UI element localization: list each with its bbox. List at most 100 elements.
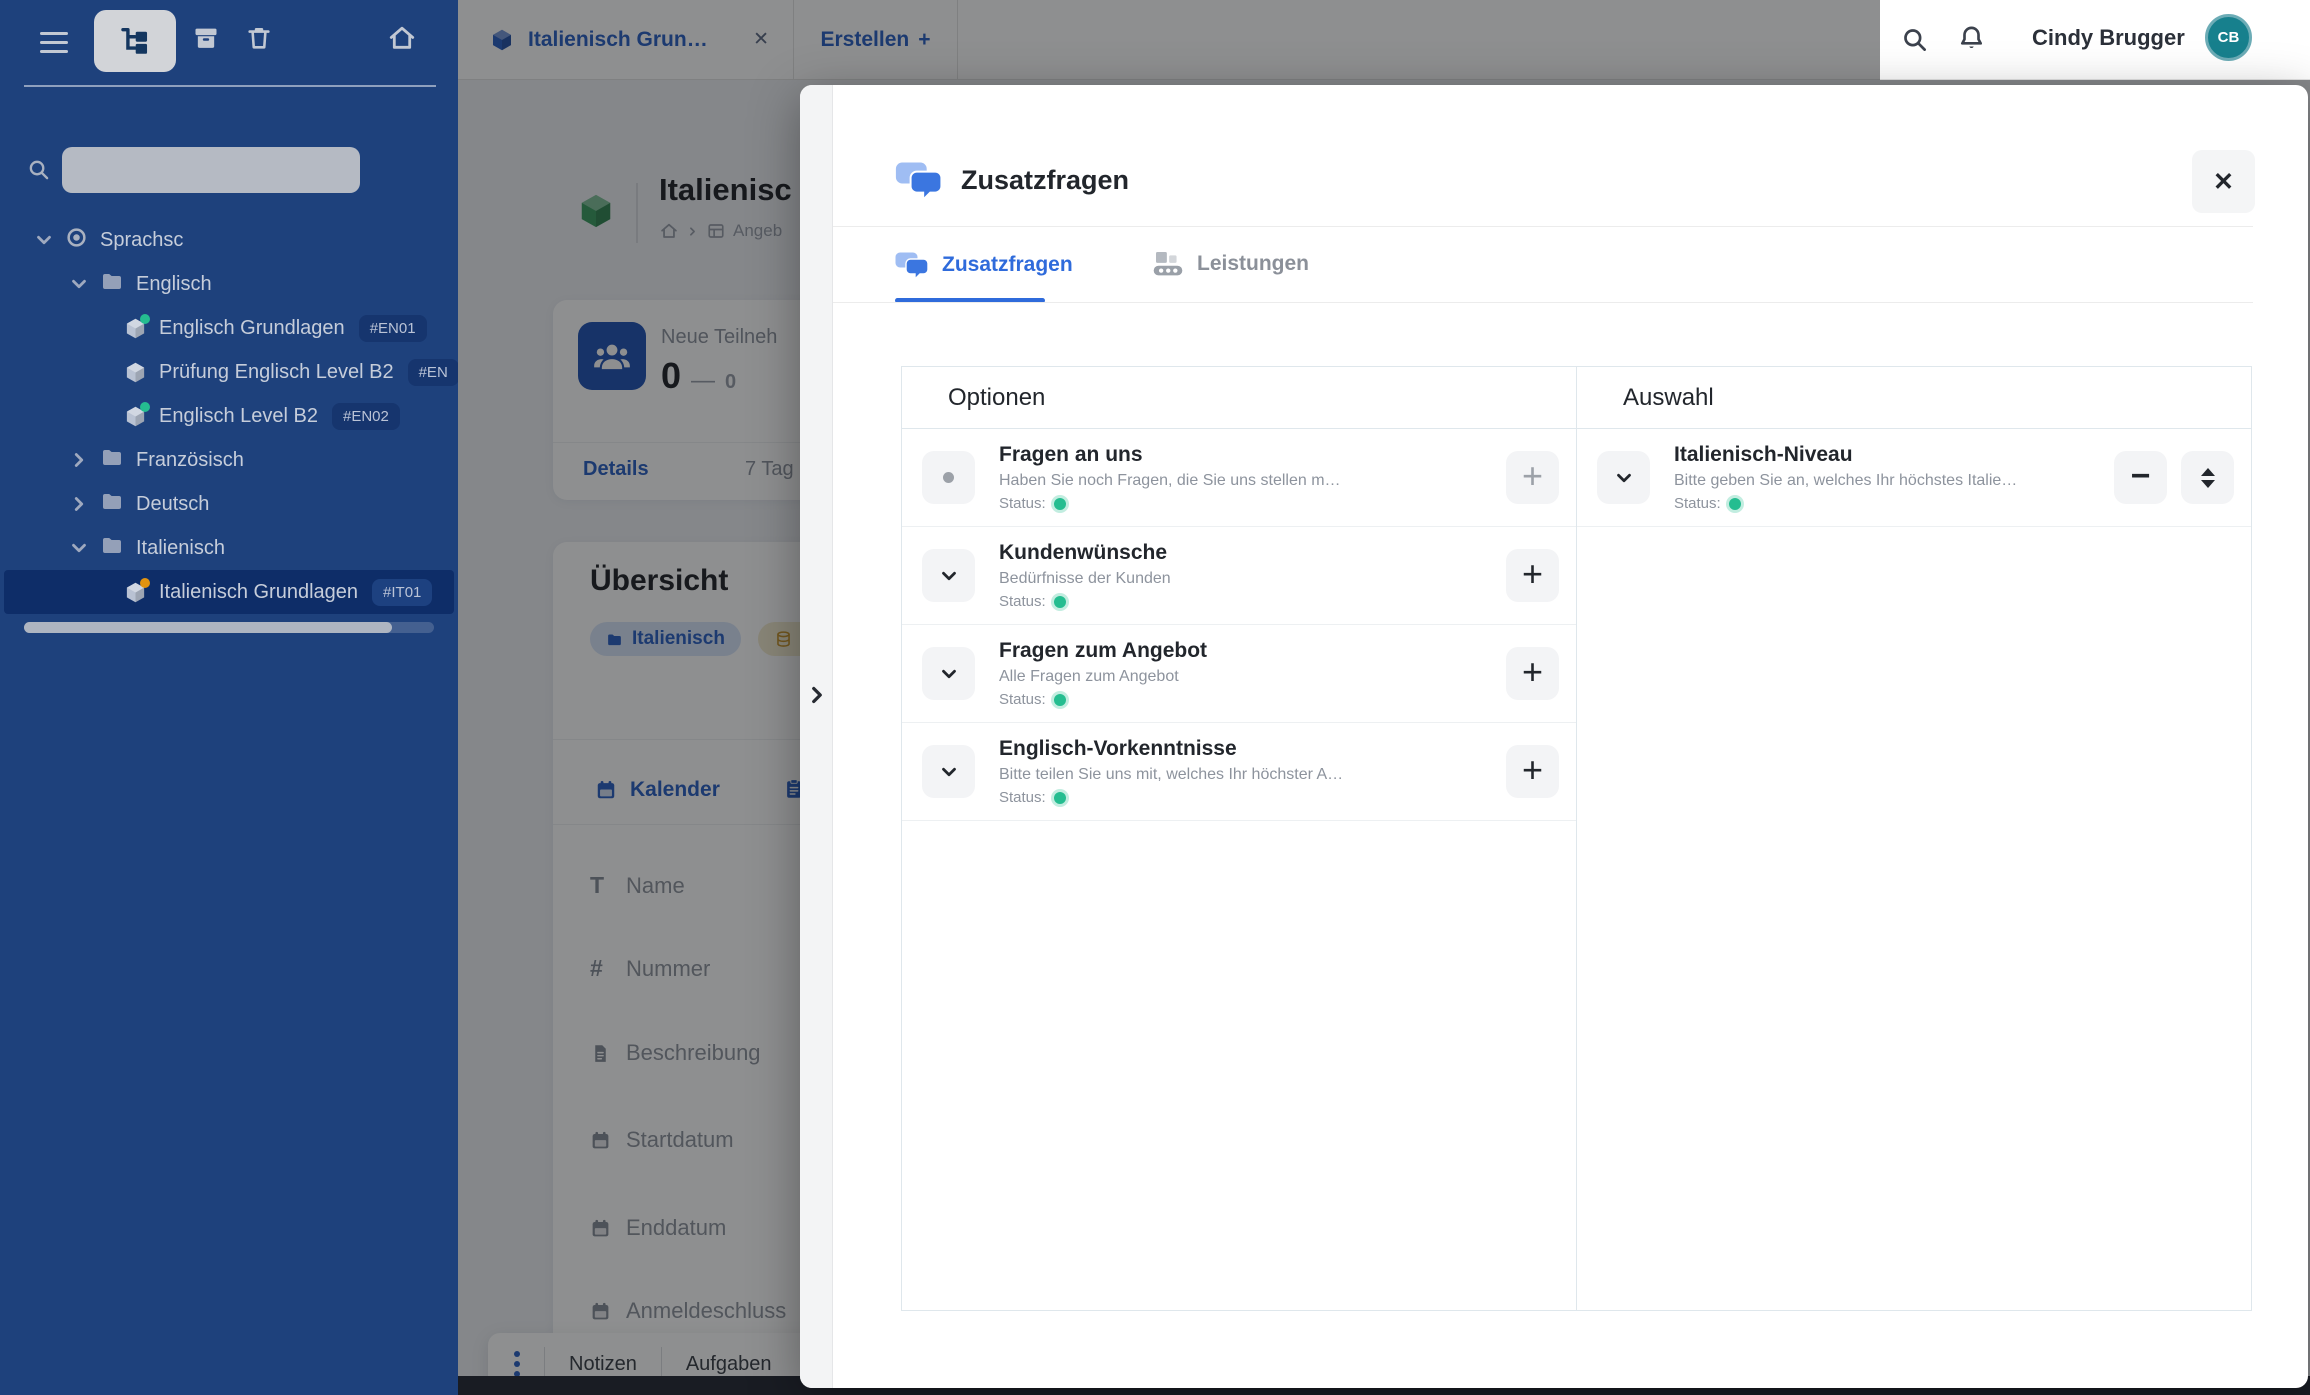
transfer-panels: Optionen Fragen an uns Haben Sie noch Fr…: [901, 366, 2252, 1311]
chevron-down-icon: [1613, 467, 1635, 489]
sidebar-toolbar: [0, 0, 458, 86]
option-row: Kundenwünsche Bedürfnisse der Kunden Sta…: [902, 527, 1576, 625]
chevron-down-icon[interactable]: [68, 273, 90, 295]
chevron-down-icon: [938, 663, 960, 685]
user-name[interactable]: Cindy Brugger: [2032, 25, 2185, 51]
tree-item-folder[interactable]: Italienisch: [0, 526, 458, 570]
option-title: Fragen zum Angebot: [999, 639, 1506, 663]
sidebar: Sprachsc Englisch Englisch Grundlagen #E…: [0, 0, 458, 1395]
topbar-right: Cindy Brugger CB: [1880, 0, 2310, 80]
tree-item-folder[interactable]: Englisch: [0, 262, 458, 306]
expand-option-button[interactable]: [922, 745, 975, 798]
option-status: Status:: [1674, 495, 2114, 512]
status-dot-green: [140, 402, 150, 412]
tree-item-label: Englisch: [136, 273, 212, 296]
chevron-right-icon: [804, 677, 830, 713]
chevron-right-icon[interactable]: [68, 449, 90, 471]
tab-leistungen[interactable]: Leistungen: [1152, 250, 1309, 278]
close-modal-button[interactable]: ✕: [2192, 150, 2255, 213]
options-panel: Optionen Fragen an uns Haben Sie noch Fr…: [902, 367, 1576, 1310]
package-icon: [124, 361, 147, 384]
tree-item-course[interactable]: Englisch Level B2 #EN02: [0, 394, 458, 438]
option-text: Fragen an uns Haben Sie noch Fragen, die…: [999, 443, 1506, 512]
folder-icon: [100, 533, 124, 563]
tree-icon: [118, 24, 152, 58]
folder-icon: [100, 445, 124, 475]
target-icon: [65, 226, 88, 255]
option-row: Fragen zum Angebot Alle Fragen zum Angeb…: [902, 625, 1576, 723]
tree-item-root[interactable]: Sprachsc: [0, 218, 458, 262]
chevron-down-icon[interactable]: [68, 537, 90, 559]
sidebar-search-input[interactable]: [62, 147, 360, 193]
home-icon[interactable]: [388, 24, 416, 57]
add-option-button[interactable]: +: [1506, 549, 1559, 602]
chevron-down-icon: [938, 565, 960, 587]
option-description: Bitte teilen Sie uns mit, welches Ihr hö…: [999, 766, 1506, 784]
option-description: Bedürfnisse der Kunden: [999, 570, 1506, 588]
tree-item-course[interactable]: Prüfung Englisch Level B2 #EN: [0, 350, 458, 394]
expand-panel-button[interactable]: [804, 677, 830, 713]
tab-zusatzfragen[interactable]: Zusatzfragen: [895, 250, 1073, 280]
selection-header: Auswahl: [1577, 367, 2251, 429]
status-dot-green: [1054, 596, 1066, 608]
tree-item-folder[interactable]: Deutsch: [0, 482, 458, 526]
divider: [833, 226, 2253, 227]
notifications-icon[interactable]: [1957, 24, 1986, 58]
tree-view-button[interactable]: [94, 10, 176, 72]
tree-item-label: Italienisch Grundlagen: [159, 581, 358, 604]
option-text: Kundenwünsche Bedürfnisse der Kunden Sta…: [999, 541, 1506, 610]
add-option-button[interactable]: +: [1506, 451, 1559, 504]
tree-item-label: Französisch: [136, 449, 244, 472]
status-dot-orange: [140, 578, 150, 588]
horizontal-scrollbar[interactable]: [24, 622, 434, 633]
scrollbar-thumb[interactable]: [24, 622, 392, 633]
option-description: Alle Fragen zum Angebot: [999, 668, 1506, 686]
chat-bubbles-icon: [895, 250, 929, 280]
package-icon: [124, 405, 147, 428]
course-code-badge: #EN: [408, 359, 458, 386]
option-title: Fragen an uns: [999, 443, 1506, 467]
zusatzfragen-modal: ✕ Zusatzfragen Zusatzfragen Leistungen O…: [800, 85, 2308, 1388]
status-dot-green: [1054, 694, 1066, 706]
modal-titlebar: Zusatzfragen: [895, 159, 1129, 201]
option-status: Status:: [999, 789, 1506, 806]
chevron-down-icon[interactable]: [33, 229, 55, 251]
remove-option-button[interactable]: −: [2114, 451, 2167, 504]
option-title: Kundenwünsche: [999, 541, 1506, 565]
archive-icon[interactable]: [192, 24, 220, 57]
app-screen: Sprachsc Englisch Englisch Grundlagen #E…: [0, 0, 2310, 1395]
course-code-badge: #EN02: [332, 403, 400, 430]
package-icon: [124, 317, 147, 340]
menu-icon[interactable]: [40, 32, 68, 53]
avatar[interactable]: CB: [2205, 14, 2252, 61]
expand-option-button[interactable]: [922, 549, 975, 602]
chevron-right-icon[interactable]: [68, 493, 90, 515]
option-bullet: [922, 451, 975, 504]
tree-item-course-selected[interactable]: Italienisch Grundlagen #IT01: [4, 570, 454, 614]
tree-item-label: Deutsch: [136, 493, 209, 516]
course-code-badge: #IT01: [372, 579, 432, 606]
tree-item-folder[interactable]: Französisch: [0, 438, 458, 482]
tree-item-label: Sprachsc: [100, 229, 183, 252]
selection-panel: Auswahl Italienisch-Niveau Bitte geben S…: [1576, 367, 2251, 1310]
conveyor-icon: [1152, 250, 1184, 278]
reorder-button[interactable]: [2181, 451, 2234, 504]
expand-option-button[interactable]: [922, 647, 975, 700]
modal-title: Zusatzfragen: [961, 165, 1129, 196]
option-text: Fragen zum Angebot Alle Fragen zum Angeb…: [999, 639, 1506, 708]
chat-bubbles-icon: [895, 159, 943, 201]
search-icon[interactable]: [1901, 26, 1928, 58]
tree-item-course[interactable]: Englisch Grundlagen #EN01: [0, 306, 458, 350]
option-description: Bitte geben Sie an, welches Ihr höchstes…: [1674, 472, 2114, 490]
status-dot-green: [1729, 498, 1741, 510]
option-row: Englisch-Vorkenntnisse Bitte teilen Sie …: [902, 723, 1576, 821]
tree-item-label: Englisch Grundlagen: [159, 317, 345, 340]
add-option-button[interactable]: +: [1506, 745, 1559, 798]
add-option-button[interactable]: +: [1506, 647, 1559, 700]
option-text: Englisch-Vorkenntnisse Bitte teilen Sie …: [999, 737, 1506, 806]
sidebar-search-icon: [27, 158, 50, 186]
tree-item-label: Prüfung Englisch Level B2: [159, 361, 394, 384]
tree-item-label: Italienisch: [136, 537, 225, 560]
expand-option-button[interactable]: [1597, 451, 1650, 504]
trash-icon[interactable]: [245, 24, 273, 57]
